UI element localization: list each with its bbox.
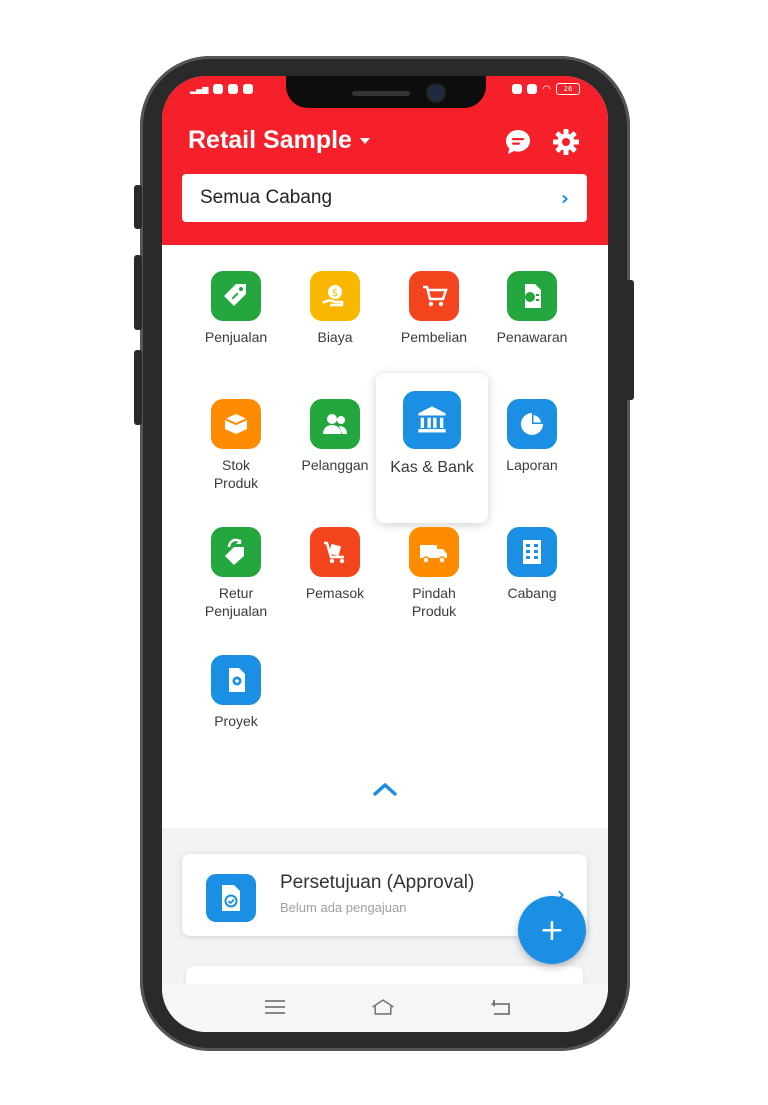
return-tag-icon: [211, 527, 261, 577]
menu-item-label: Penawaran: [496, 329, 568, 345]
app-header: ▂▄▆ ◠ 26 Retail Sample Semua Cabang ›: [162, 76, 608, 245]
home-icon[interactable]: [370, 996, 396, 1018]
menu-item-label: Laporan: [506, 457, 558, 473]
chevron-up-icon[interactable]: [370, 779, 400, 799]
quote-document-icon: [507, 271, 557, 321]
money-hand-icon: $: [310, 271, 360, 321]
signal-icon: ▂▄▆: [190, 84, 209, 94]
building-icon: [507, 527, 557, 577]
menu-item-pemasok[interactable]: Pemasok: [287, 527, 383, 602]
menu-item-pembelian[interactable]: Pembelian: [386, 271, 482, 346]
battery-icon: 26: [556, 83, 580, 95]
app-screen: ▂▄▆ ◠ 26 Retail Sample Semua Cabang › Pe…: [162, 76, 608, 1032]
menu-item-biaya[interactable]: $ Biaya: [287, 271, 383, 346]
chat-icon[interactable]: [504, 128, 532, 156]
price-tag-icon: [211, 271, 261, 321]
menu-item-laporan[interactable]: Laporan: [484, 399, 580, 474]
menu-item-retur-penjualan[interactable]: Retur Penjualan: [188, 527, 284, 620]
volte-icon: [527, 84, 538, 94]
supplier-cart-icon: [310, 527, 360, 577]
front-camera: [428, 85, 444, 101]
menu-item-label: Kas & Bank: [390, 459, 474, 476]
status-bar-right: ◠ 26: [512, 82, 580, 96]
system-nav-bar: [162, 984, 608, 1032]
menu-item-penawaran[interactable]: Penawaran: [484, 271, 580, 346]
menu-item-label: Pembelian: [400, 329, 468, 345]
menu-item-pindah-produk[interactable]: Pindah Produk: [386, 527, 482, 620]
menu-item-penjualan[interactable]: Penjualan: [188, 271, 284, 346]
menu-item-label: Stok Produk: [213, 457, 259, 491]
status-bar-left: ▂▄▆: [190, 82, 254, 96]
caret-down-icon: [359, 137, 370, 144]
approval-document-icon: [206, 874, 256, 922]
chevron-right-icon: ›: [560, 186, 569, 210]
volume-button: [134, 255, 142, 330]
menu-item-label: Proyek: [214, 713, 258, 729]
mute-icon: [512, 84, 523, 94]
add-fab-button[interactable]: +: [518, 896, 586, 964]
camera-notch: [286, 76, 486, 108]
product-box-icon: [211, 399, 261, 449]
branch-selector[interactable]: Semua Cabang ›: [182, 174, 587, 222]
menu-item-pelanggan[interactable]: Pelanggan: [287, 399, 383, 474]
mail-notification-icon: [228, 84, 239, 94]
chat-notification-icon: [213, 84, 224, 94]
volume-button: [134, 185, 142, 229]
menu-item-label: Pindah Produk: [411, 585, 457, 619]
approval-title: Persetujuan (Approval): [280, 872, 475, 893]
menu-item-label: Cabang: [507, 585, 557, 601]
menu-item-kas-bank[interactable]: Kas & Bank: [384, 391, 480, 477]
app-title: Retail Sample: [188, 126, 352, 154]
menu-item-label: Retur Penjualan: [204, 585, 268, 619]
back-icon[interactable]: [488, 996, 514, 1018]
speaker: [352, 91, 410, 96]
menu-item-stok-produk[interactable]: Stok Produk: [188, 399, 284, 492]
menu-item-label: Pemasok: [305, 585, 365, 601]
gear-icon[interactable]: [552, 128, 580, 156]
customers-icon: [310, 399, 360, 449]
menu-item-cabang[interactable]: Cabang: [484, 527, 580, 602]
delivery-truck-icon: [409, 527, 459, 577]
menu-item-label: Pelanggan: [301, 457, 369, 473]
menu-item-label: Biaya: [317, 329, 353, 345]
menu-item-proyek[interactable]: Proyek: [188, 655, 284, 730]
volume-button: [134, 350, 142, 425]
menu-item-label: Penjualan: [204, 329, 268, 345]
svg-text:$: $: [332, 288, 338, 299]
pie-chart-icon: [507, 399, 557, 449]
bank-icon: [403, 391, 461, 449]
shopping-cart-icon: [409, 271, 459, 321]
menu-icon[interactable]: [262, 996, 288, 1018]
power-button: [626, 280, 634, 400]
main-menu: Penjualan $ Biaya Pembelian Penawaran St…: [162, 245, 608, 828]
wifi-icon: ◠: [542, 83, 551, 95]
branch-label: Semua Cabang: [200, 187, 333, 208]
company-switcher[interactable]: Retail Sample: [188, 126, 370, 155]
app-notification-icon: [243, 84, 254, 94]
project-document-icon: [211, 655, 261, 705]
approval-subtitle: Belum ada pengajuan: [280, 900, 407, 915]
